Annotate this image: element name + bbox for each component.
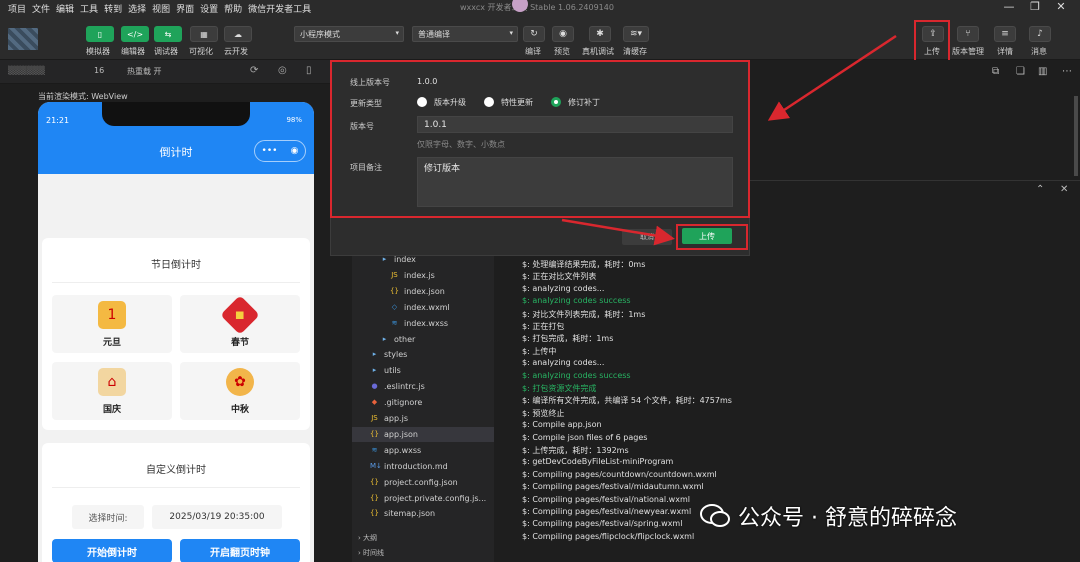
watermark: 公众号 · 舒意的碎碎念 bbox=[700, 500, 957, 532]
arrow-to-upload bbox=[561, 218, 675, 246]
wechat-logo-icon bbox=[700, 504, 730, 527]
arrow-to-dialog bbox=[767, 34, 897, 121]
annotation-arrows bbox=[561, 34, 897, 246]
watermark-text: 公众号 · 舒意的碎碎念 bbox=[738, 506, 957, 531]
